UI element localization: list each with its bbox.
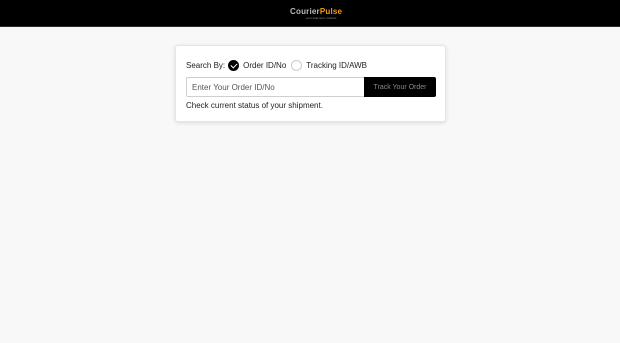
search-by-label: Search By:	[186, 60, 226, 70]
logo-wordmark: CourierPulse	[290, 7, 343, 16]
track-input-row: Track Your Order	[186, 77, 436, 97]
tracking-id-radio[interactable]	[291, 59, 303, 71]
track-order-button[interactable]: Track Your Order	[364, 77, 436, 97]
track-order-card: Search By: Order ID/No Tracking ID/AWB T…	[175, 45, 446, 122]
help-text: Check current status of your shipment.	[186, 101, 323, 110]
check-icon	[230, 60, 238, 69]
order-id-radio[interactable]	[228, 59, 240, 71]
order-id-input[interactable]	[186, 77, 364, 97]
top-header-bar: CourierPulse your shipment, tracked	[0, 0, 620, 27]
order-id-radio-label[interactable]: Order ID/No	[243, 61, 286, 70]
search-by-row: Search By: Order ID/No Tracking ID/AWB	[186, 58, 372, 72]
brand-logo[interactable]: CourierPulse your shipment, tracked	[290, 7, 342, 20]
logo-tagline: your shipment, tracked	[306, 16, 337, 20]
tracking-id-radio-label[interactable]: Tracking ID/AWB	[306, 61, 367, 70]
